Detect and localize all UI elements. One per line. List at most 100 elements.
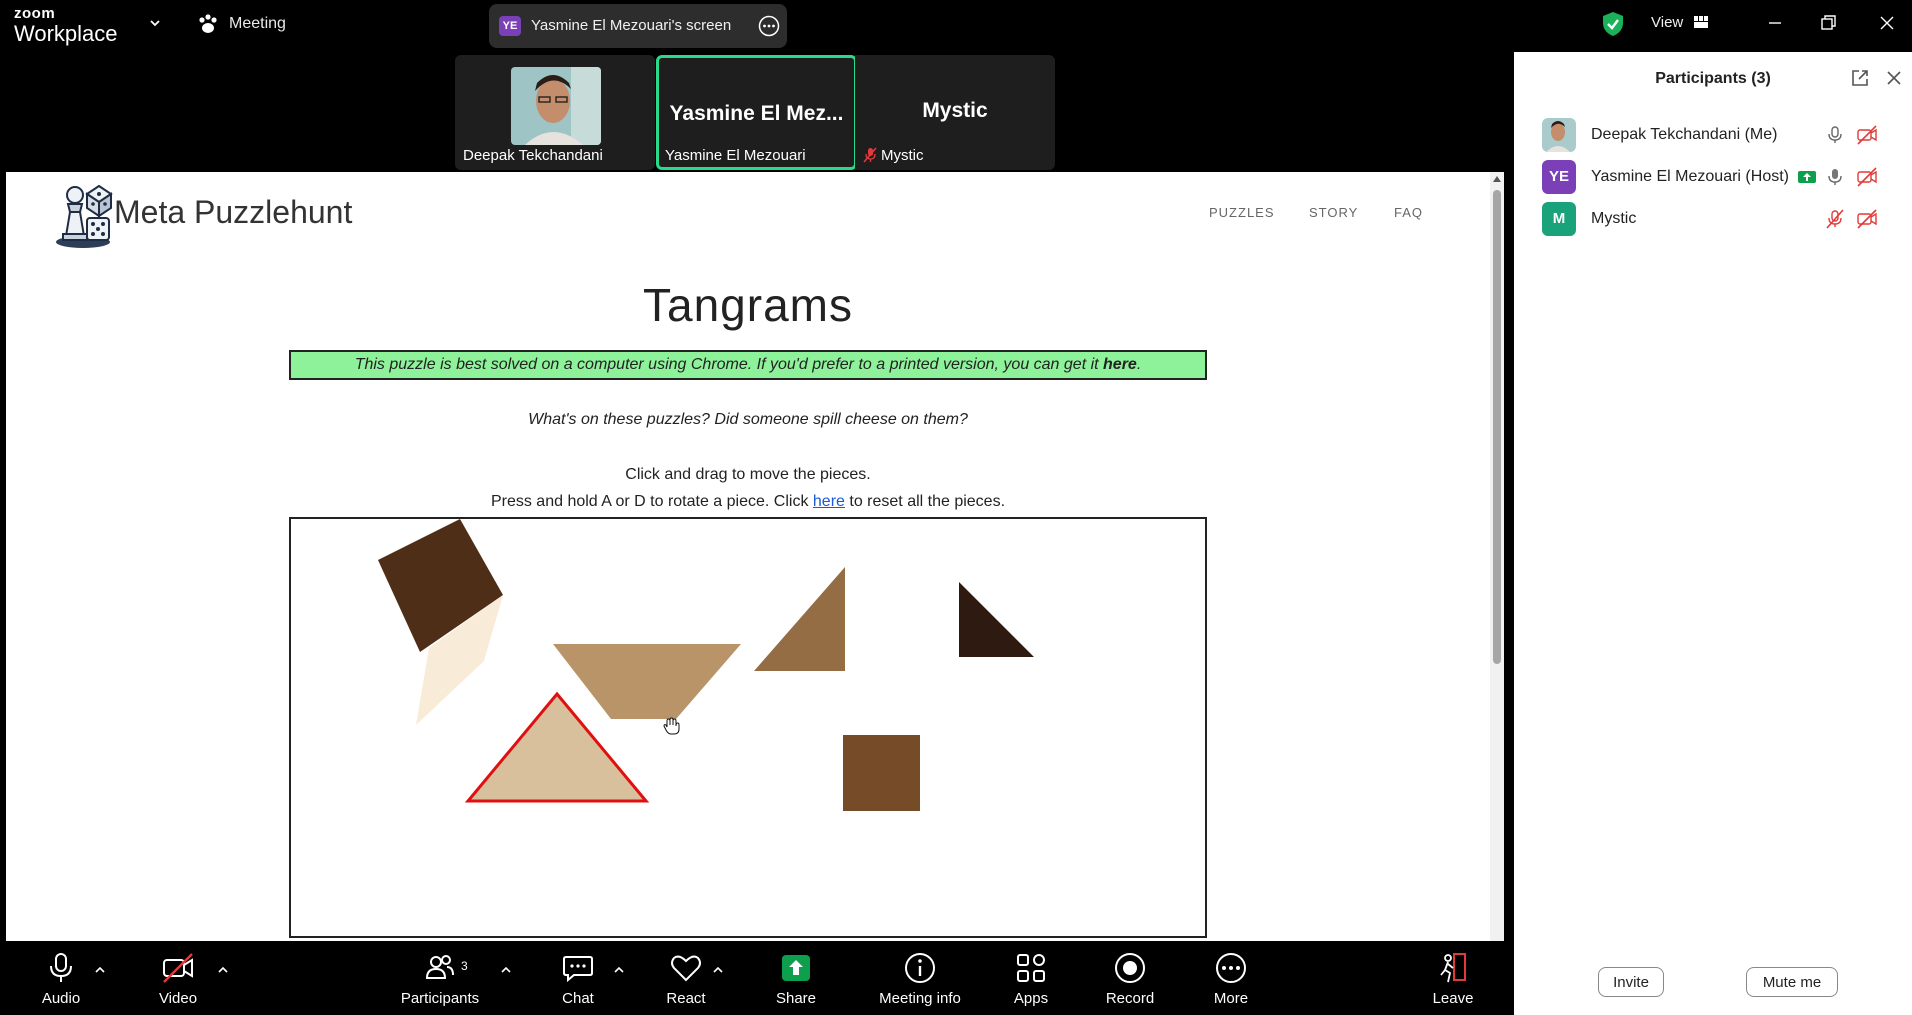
title-bar: zoom Workplace Meeting YE Yasmine El Mez… xyxy=(0,0,1912,52)
audio-label: Audio xyxy=(41,990,81,1007)
audio-options-caret-icon[interactable] xyxy=(94,965,106,975)
chat-button[interactable]: Chat xyxy=(552,941,604,1015)
page-scrollbar[interactable] xyxy=(1490,172,1504,941)
instruction-rotate-pre: Press and hold A or D to rotate a piece.… xyxy=(490,493,813,510)
chat-options-caret-icon[interactable] xyxy=(613,965,625,975)
tangram-board[interactable] xyxy=(289,517,1207,938)
info-icon xyxy=(905,953,935,983)
video-button[interactable]: Video xyxy=(146,941,210,1015)
nav-story[interactable]: STORY xyxy=(1309,205,1358,220)
mic-muted-icon[interactable] xyxy=(1824,208,1846,230)
brand-small: zoom xyxy=(14,5,56,22)
avatar xyxy=(1542,118,1576,152)
mute-me-button[interactable]: Mute me xyxy=(1746,967,1838,997)
banner-link[interactable]: here xyxy=(1103,356,1137,373)
puzzle-heading: Tangrams xyxy=(643,279,853,331)
more-options-icon[interactable] xyxy=(758,15,780,37)
video-tile-deepak[interactable]: Deepak Tekchandani xyxy=(455,55,655,170)
record-button[interactable]: Record xyxy=(1102,941,1158,1015)
nav-faq[interactable]: FAQ xyxy=(1394,205,1423,220)
video-tile-name: Deepak Tekchandani xyxy=(463,147,603,164)
participants-button[interactable]: Participants xyxy=(398,941,482,1015)
microphone-icon xyxy=(50,953,72,982)
video-options-caret-icon[interactable] xyxy=(217,965,229,975)
video-off-icon[interactable] xyxy=(1856,166,1878,188)
meeting-label[interactable]: Meeting xyxy=(229,15,286,33)
video-off-icon xyxy=(163,953,193,983)
scroll-thumb[interactable] xyxy=(1493,190,1501,664)
react-label: React xyxy=(666,990,706,1007)
participant-name: Deepak Tekchandani (Me) xyxy=(1591,126,1778,143)
participant-row[interactable]: M Mystic xyxy=(1514,194,1912,244)
avatar: YE xyxy=(1542,160,1576,194)
banner-text: This puzzle is best solved on a computer… xyxy=(354,356,1104,373)
chess-dice-logo xyxy=(56,184,113,248)
video-label: Video xyxy=(158,990,198,1007)
scroll-up-icon[interactable] xyxy=(1493,175,1501,183)
nav-puzzles[interactable]: PUZZLES xyxy=(1209,205,1275,220)
reset-pieces-link[interactable]: here xyxy=(813,493,845,510)
audio-button[interactable]: Audio xyxy=(28,941,94,1015)
shared-screen[interactable]: Meta Puzzlehunt PUZZLES STORY FAQ Tangra… xyxy=(6,172,1504,941)
site-title[interactable]: Meta Puzzlehunt xyxy=(114,194,352,231)
instruction-rotate: Press and hold A or D to rotate a piece.… xyxy=(6,493,1490,511)
leave-button[interactable]: Leave xyxy=(1428,941,1478,1015)
grid-view-icon[interactable] xyxy=(1694,15,1708,29)
react-button[interactable]: React xyxy=(660,941,712,1015)
more-button[interactable]: More xyxy=(1206,941,1256,1015)
screen-share-indicator[interactable]: YE Yasmine El Mezouari's screen xyxy=(489,4,787,48)
meeting-info-button[interactable]: Meeting info xyxy=(872,941,968,1015)
mic-icon[interactable] xyxy=(1824,166,1846,188)
pop-out-icon[interactable] xyxy=(1850,68,1870,88)
encryption-shield-icon[interactable] xyxy=(1601,11,1625,37)
video-tile-name-row: Mystic xyxy=(863,147,924,164)
react-options-caret-icon[interactable] xyxy=(712,965,724,975)
video-off-icon[interactable] xyxy=(1856,208,1878,230)
participant-photo xyxy=(511,67,601,145)
tangram-piece-square-small[interactable] xyxy=(843,735,920,811)
video-off-icon[interactable] xyxy=(1856,124,1878,146)
share-screen-icon xyxy=(782,955,810,981)
participant-name: Mystic xyxy=(1591,210,1637,227)
tangram-piece-triangle-small[interactable] xyxy=(959,582,1034,657)
participants-icon xyxy=(425,955,454,979)
close-panel-icon[interactable] xyxy=(1886,70,1902,86)
apps-button[interactable]: Apps xyxy=(1006,941,1056,1015)
more-dots-icon xyxy=(1216,953,1246,983)
screen-share-label: Yasmine El Mezouari's screen xyxy=(531,17,732,34)
video-tile-mystic[interactable]: Mystic Mystic xyxy=(855,55,1055,170)
invite-button[interactable]: Invite xyxy=(1598,967,1664,997)
participants-count-badge: 3 xyxy=(461,959,468,973)
heart-icon xyxy=(671,955,701,982)
meeting-toolbar: Audio Video Participants 3 Chat React Sh… xyxy=(0,941,1514,1015)
flavor-text: What's on these puzzles? Did someone spi… xyxy=(528,411,968,428)
chrome-notice-banner: This puzzle is best solved on a computer… xyxy=(289,350,1207,380)
chevron-down-icon[interactable] xyxy=(148,16,162,30)
tangram-piece-triangle-medium[interactable] xyxy=(754,567,845,671)
mic-muted-icon xyxy=(863,147,877,163)
banner-end: . xyxy=(1136,356,1142,373)
participants-label: Participants xyxy=(400,990,480,1007)
chat-label: Chat xyxy=(562,990,594,1007)
view-menu[interactable]: View xyxy=(1651,14,1683,31)
video-tile-display-name: Yasmine El Mez... xyxy=(669,102,844,125)
video-tile-name: Mystic xyxy=(881,147,924,164)
tangram-piece-trapezoid[interactable] xyxy=(553,644,741,719)
close-window-icon[interactable] xyxy=(1874,10,1900,36)
participants-options-caret-icon[interactable] xyxy=(500,965,512,975)
minimize-icon[interactable] xyxy=(1762,10,1788,36)
tangram-canvas[interactable] xyxy=(291,519,1205,936)
participant-name: Yasmine El Mezouari (Host) xyxy=(1591,168,1789,185)
video-tile-yasmine[interactable]: Yasmine El Mez... Yasmine El Mezouari xyxy=(656,55,857,170)
mic-icon[interactable] xyxy=(1824,124,1846,146)
share-button[interactable]: Share xyxy=(770,941,822,1015)
restore-icon[interactable] xyxy=(1815,10,1841,36)
share-label: Share xyxy=(775,990,817,1007)
apps-label: Apps xyxy=(1013,990,1049,1007)
record-icon xyxy=(1115,953,1145,983)
grab-hand-cursor-icon xyxy=(663,717,680,735)
leave-label: Leave xyxy=(1432,990,1474,1007)
meeting-paw-icon xyxy=(199,14,217,33)
instruction-drag: Click and drag to move the pieces. xyxy=(625,466,871,483)
apps-icon xyxy=(1017,954,1045,982)
